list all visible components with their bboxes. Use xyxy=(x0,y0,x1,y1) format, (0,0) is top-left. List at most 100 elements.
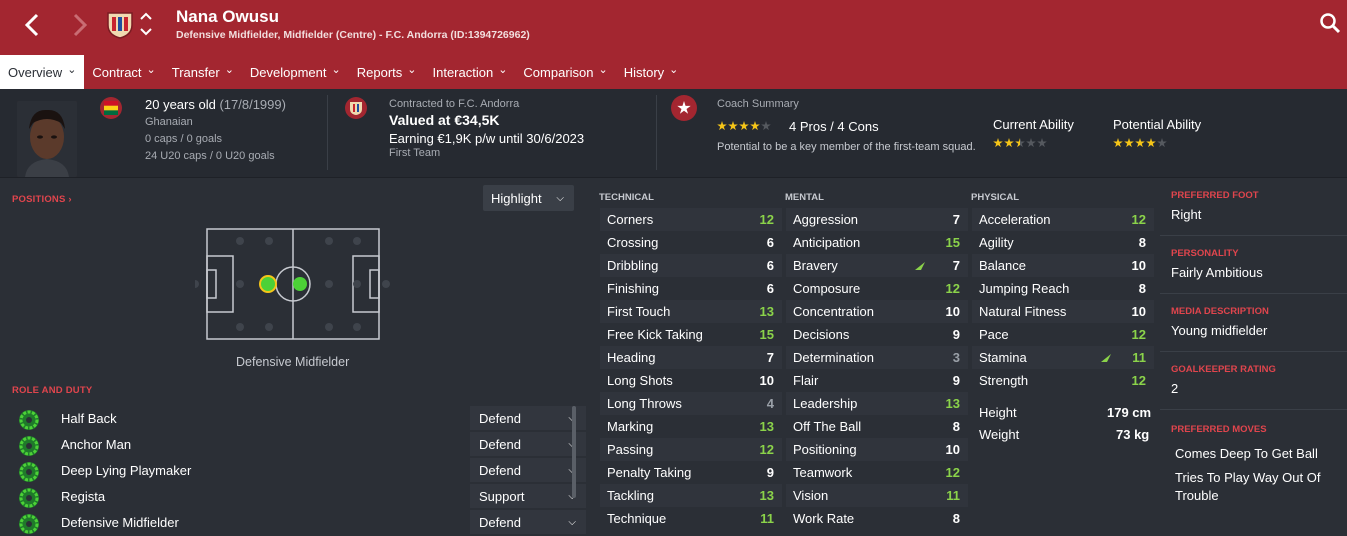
chevron-down-icon: ⌄ xyxy=(67,63,77,76)
attribute-row[interactable]: Decisions 9 xyxy=(786,323,968,346)
club-crest-icon[interactable] xyxy=(106,9,134,39)
swap-player-icon[interactable] xyxy=(139,10,153,38)
u20-caps: 24 U20 caps / 0 U20 goals xyxy=(145,150,275,162)
chevron-left-icon[interactable] xyxy=(18,10,48,40)
tab-interaction[interactable]: Interaction ⌄ xyxy=(424,55,515,89)
role-row[interactable]: Half Back Defend⌵ xyxy=(18,406,586,430)
attribute-row[interactable]: Tackling 13 xyxy=(600,484,782,507)
attribute-row[interactable]: Long Throws 4 xyxy=(600,392,782,415)
height-label: Height xyxy=(979,405,1017,420)
attribute-name: Off The Ball xyxy=(793,419,862,434)
attribute-row[interactable]: Heading 7 xyxy=(600,346,782,369)
club-badge-icon xyxy=(345,97,367,119)
squad-status: First Team xyxy=(389,147,441,159)
duty-dropdown[interactable]: Defend⌵ xyxy=(470,406,586,430)
search-icon[interactable] xyxy=(1319,12,1341,34)
attribute-row[interactable]: Strength 12 xyxy=(972,369,1154,392)
role-label: Half Back xyxy=(61,411,117,426)
attribute-row[interactable]: Agility 8 xyxy=(972,231,1154,254)
attribute-value: 7 xyxy=(766,350,774,365)
attribute-row[interactable]: Off The Ball 8 xyxy=(786,415,968,438)
attribute-name: Marking xyxy=(607,419,654,434)
attribute-row[interactable]: Anticipation 15 xyxy=(786,231,968,254)
attribute-row[interactable]: Free Kick Taking 15 xyxy=(600,323,782,346)
duty-dropdown[interactable]: Defend⌵ xyxy=(470,458,586,482)
star-icon xyxy=(717,121,727,131)
role-row[interactable]: Defensive Midfielder Defend ⌵ xyxy=(18,510,586,534)
tab-label: History xyxy=(623,64,665,80)
player-profile-screen: Nana Owusu Defensive Midfielder, Midfiel… xyxy=(0,0,1347,536)
attribute-row[interactable]: Corners 12 xyxy=(600,208,782,231)
attribute-row[interactable]: Jumping Reach 8 xyxy=(972,277,1154,300)
scrollbar[interactable] xyxy=(572,406,576,498)
attribute-row[interactable]: Pace 12 xyxy=(972,323,1154,346)
attribute-row[interactable]: Dribbling 6 xyxy=(600,254,782,277)
attribute-row[interactable]: Natural Fitness 10 xyxy=(972,300,1154,323)
attribute-row[interactable]: Leadership 13 xyxy=(786,392,968,415)
tab-transfer[interactable]: Transfer ⌄ xyxy=(164,55,242,89)
preferred-move[interactable]: Tries To Play Way Out Of Trouble xyxy=(1175,469,1335,505)
contracted-to: Contracted to F.C. Andorra xyxy=(389,98,520,110)
attribute-row[interactable]: Concentration 10 xyxy=(786,300,968,323)
attribute-row[interactable]: Balance 10 xyxy=(972,254,1154,277)
attribute-row[interactable]: Flair 9 xyxy=(786,369,968,392)
attribute-row[interactable]: Long Shots 10 xyxy=(600,369,782,392)
role-label: Anchor Man xyxy=(61,437,132,452)
attribute-row[interactable]: Stamina 11 xyxy=(972,346,1154,369)
attribute-row[interactable]: Determination 3 xyxy=(786,346,968,369)
duty-dropdown[interactable]: Support⌵ xyxy=(470,484,586,508)
attribute-row[interactable]: Vision 11 xyxy=(786,484,968,507)
wage-info: Earning €1,9K p/w until 30/6/2023 xyxy=(389,131,585,146)
star-icon xyxy=(1135,138,1145,148)
attribute-row[interactable]: Teamwork 12 xyxy=(786,461,968,484)
attribute-value: 15 xyxy=(759,327,774,342)
tab-reports[interactable]: Reports ⌄ xyxy=(349,55,425,89)
attribute-value: 8 xyxy=(952,419,960,434)
attribute-row[interactable]: Marking 13 xyxy=(600,415,782,438)
duty-dropdown[interactable]: Defend⌵ xyxy=(470,510,586,534)
attribute-value: 9 xyxy=(952,373,960,388)
attribute-name: Penalty Taking xyxy=(607,465,692,480)
potential-ability-label: Potential Ability xyxy=(1113,117,1202,132)
attribute-row[interactable]: Aggression 7 xyxy=(786,208,968,231)
tab-overview[interactable]: Overview ⌄ xyxy=(0,55,85,89)
star-icon xyxy=(1146,138,1156,148)
ghana-flag-icon xyxy=(100,97,122,119)
role-row[interactable]: Regista Support⌵ xyxy=(18,484,586,508)
chevron-down-icon: ⌄ xyxy=(146,63,156,76)
pros-cons[interactable]: 4 Pros / 4 Cons xyxy=(789,119,879,134)
attribute-row[interactable]: Composure 12 xyxy=(786,277,968,300)
duty-dropdown[interactable]: Defend⌵ xyxy=(470,432,586,456)
star-icon xyxy=(1157,138,1167,148)
attribute-value: 15 xyxy=(945,235,960,250)
chevron-right-icon[interactable] xyxy=(64,10,94,40)
attribute-row[interactable]: Finishing 6 xyxy=(600,277,782,300)
attribute-row[interactable]: Penalty Taking 9 xyxy=(600,461,782,484)
tab-development[interactable]: Development ⌄ xyxy=(242,55,349,89)
attribute-name: Stamina xyxy=(979,350,1027,365)
attribute-row[interactable]: Acceleration 12 xyxy=(972,208,1154,231)
role-suitability-icon xyxy=(19,410,39,430)
tab-history[interactable]: History ⌄ xyxy=(616,55,687,89)
tab-contract[interactable]: Contract ⌄ xyxy=(84,55,163,89)
role-row[interactable]: Deep Lying Playmaker Defend⌵ xyxy=(18,458,586,482)
attribute-name: Positioning xyxy=(793,442,857,457)
attribute-row[interactable]: Crossing 6 xyxy=(600,231,782,254)
positions-title[interactable]: POSITIONS › xyxy=(12,194,72,205)
tab-comparison[interactable]: Comparison ⌄ xyxy=(515,55,615,89)
attribute-row[interactable]: Work Rate 8 xyxy=(786,507,968,530)
attribute-row[interactable]: Positioning 10 xyxy=(786,438,968,461)
player-value[interactable]: Valued at €34,5K xyxy=(389,112,500,128)
tab-label: Comparison xyxy=(523,64,594,80)
highlight-dropdown[interactable]: Highlight ⌵ xyxy=(483,185,574,211)
attribute-value: 13 xyxy=(759,419,774,434)
chevron-down-icon: ⌄ xyxy=(498,63,508,76)
role-label: Deep Lying Playmaker xyxy=(61,463,192,478)
attribute-value: 13 xyxy=(945,396,960,411)
preferred-move[interactable]: Comes Deep To Get Ball xyxy=(1175,445,1335,463)
role-row[interactable]: Anchor Man Defend⌵ xyxy=(18,432,586,456)
attribute-row[interactable]: Bravery 7 xyxy=(786,254,968,277)
attribute-row[interactable]: First Touch 13 xyxy=(600,300,782,323)
attribute-row[interactable]: Technique 11 xyxy=(600,507,782,530)
attribute-row[interactable]: Passing 12 xyxy=(600,438,782,461)
